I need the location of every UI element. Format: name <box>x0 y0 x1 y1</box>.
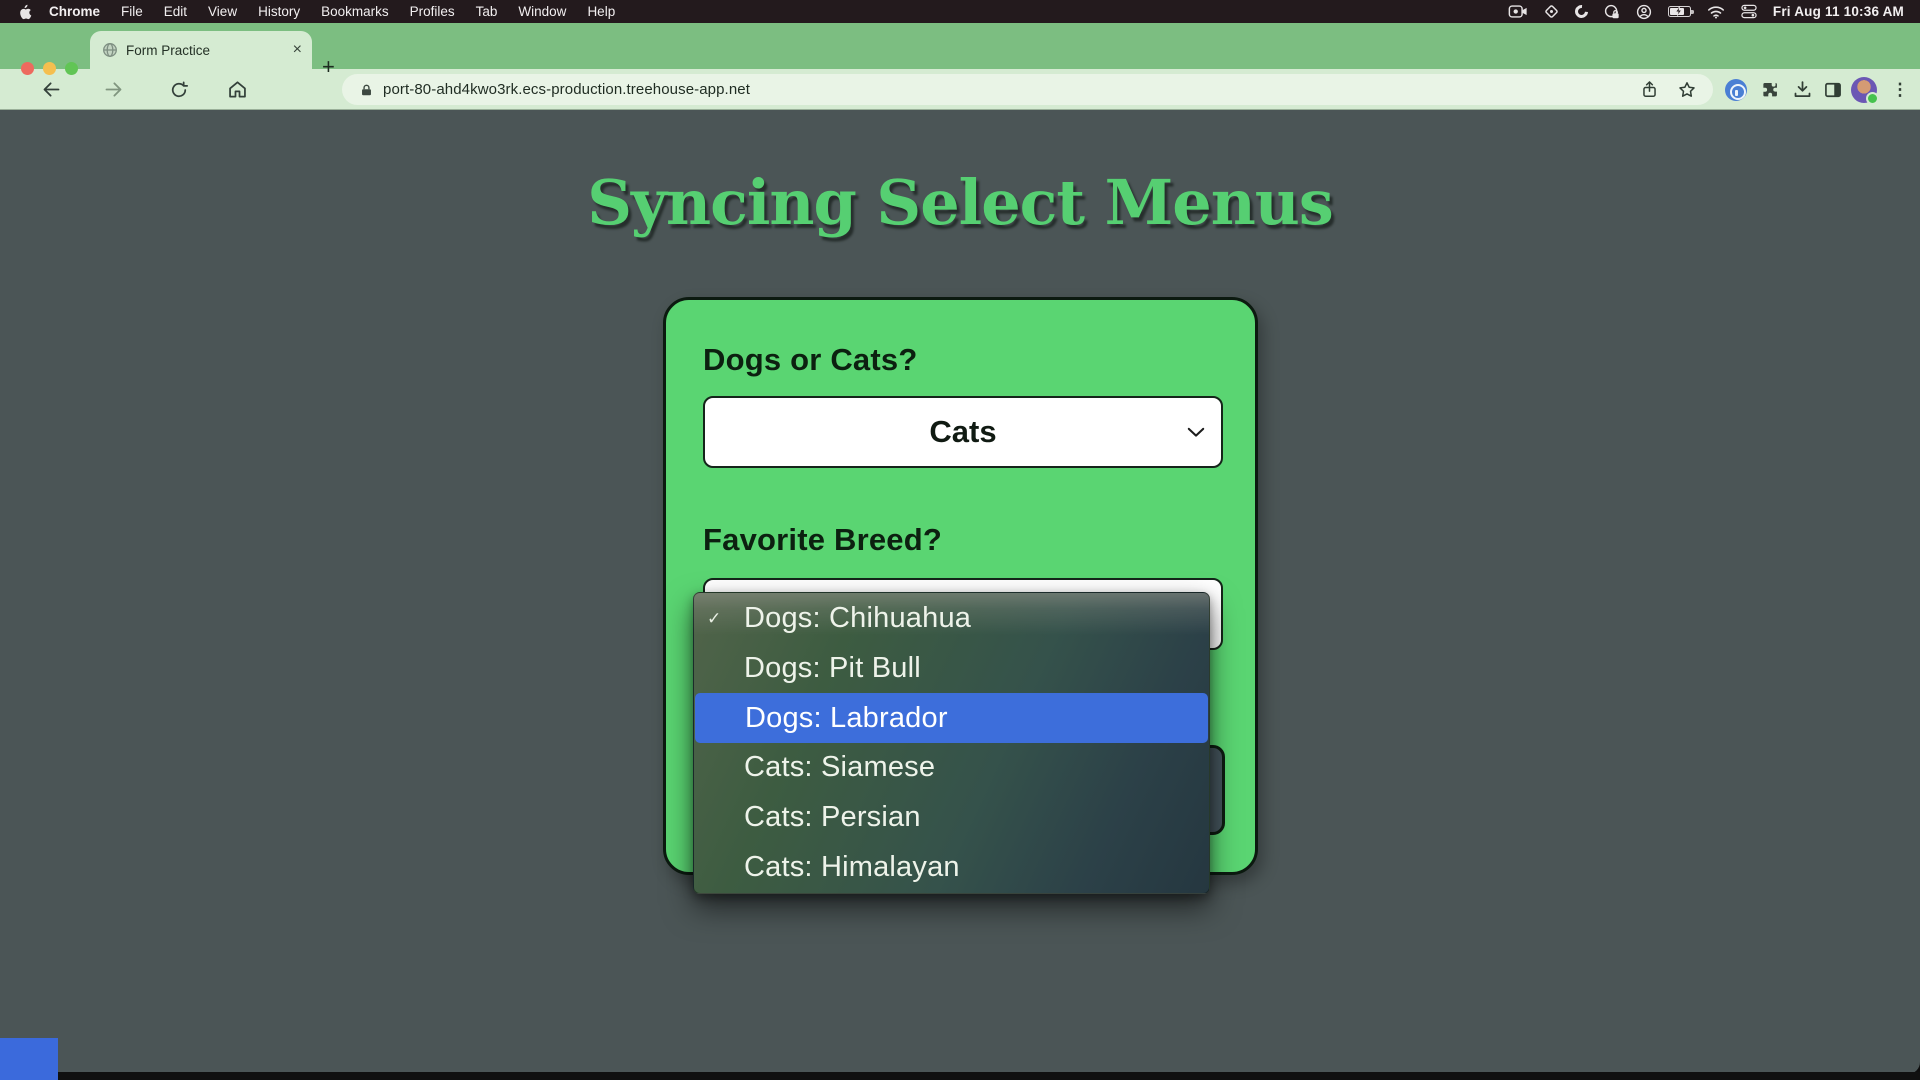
menu-item-file[interactable]: File <box>121 4 143 19</box>
window-controls <box>21 62 78 75</box>
seal-badge-icon[interactable] <box>1544 4 1559 19</box>
desktop-edge <box>0 1072 1920 1080</box>
menu-item-chrome[interactable]: Chrome <box>49 4 100 19</box>
dogs-or-cats-label: Dogs or Cats? <box>703 342 917 378</box>
option-label: Cats: Himalayan <box>744 851 960 884</box>
extensions-puzzle-icon[interactable] <box>1757 69 1781 110</box>
url-text[interactable]: port-80-ahd4kwo3rk.ecs-production.treeho… <box>383 81 750 98</box>
control-center-icon[interactable] <box>1741 4 1757 19</box>
tab-close-icon[interactable]: × <box>293 42 302 58</box>
user-account-icon[interactable] <box>1636 4 1652 20</box>
page-title: Syncing Select Menus <box>0 166 1920 239</box>
overflow-menu-icon[interactable]: ⋮ <box>1890 69 1910 110</box>
profile-avatar[interactable] <box>1850 69 1878 110</box>
option-label: Cats: Siamese <box>744 751 935 784</box>
menu-item-edit[interactable]: Edit <box>164 4 187 19</box>
menu-item-bookmarks[interactable]: Bookmarks <box>321 4 389 19</box>
favorite-breed-label: Favorite Breed? <box>703 522 942 558</box>
forward-icon[interactable] <box>100 69 126 110</box>
dropdown-option-dogs-pit-bull[interactable]: Dogs: Pit Bull <box>694 644 1209 694</box>
menu-item-help[interactable]: Help <box>587 4 615 19</box>
checkmark-icon: ✓ <box>707 609 721 629</box>
dropdown-option-dogs-chihuahua[interactable]: ✓ Dogs: Chihuahua <box>694 594 1209 644</box>
tab-form-practice[interactable]: Form Practice × <box>90 31 312 69</box>
new-tab-button[interactable]: + <box>322 56 335 78</box>
corner-blue-swatch <box>0 1038 58 1080</box>
side-panel-icon[interactable] <box>1821 69 1845 110</box>
bookmark-star-icon[interactable] <box>1677 80 1697 100</box>
apple-menu-icon[interactable] <box>18 4 32 20</box>
password-extension-icon[interactable] <box>1725 69 1747 110</box>
menu-item-view[interactable]: View <box>208 4 237 19</box>
dropdown-option-cats-persian[interactable]: Cats: Persian <box>694 793 1209 843</box>
menu-item-window[interactable]: Window <box>518 4 566 19</box>
dropdown-option-dogs-labrador[interactable]: Dogs: Labrador <box>695 693 1208 743</box>
menu-bar-clock[interactable]: Fri Aug 11 10:36 AM <box>1773 4 1904 19</box>
dropdown-option-cats-siamese[interactable]: Cats: Siamese <box>694 743 1209 793</box>
dropdown-option-cats-himalayan[interactable]: Cats: Himalayan <box>694 842 1209 892</box>
breed-dropdown-menu: ✓ Dogs: Chihuahua Dogs: Pit Bull Dogs: L… <box>693 592 1210 894</box>
address-bar[interactable]: port-80-ahd4kwo3rk.ecs-production.treeho… <box>342 74 1713 105</box>
privacy-lock-icon[interactable] <box>1604 4 1620 20</box>
minimize-window-button[interactable] <box>43 62 56 75</box>
back-icon[interactable] <box>38 69 64 110</box>
battery-icon[interactable] <box>1668 6 1691 17</box>
option-label: Dogs: Labrador <box>745 702 948 735</box>
option-label: Cats: Persian <box>744 801 921 834</box>
menu-item-profiles[interactable]: Profiles <box>410 4 455 19</box>
pet-type-value: Cats <box>929 414 996 450</box>
option-label: Dogs: Chihuahua <box>744 602 971 635</box>
close-window-button[interactable] <box>21 62 34 75</box>
home-icon[interactable] <box>224 69 250 110</box>
menu-item-history[interactable]: History <box>258 4 300 19</box>
chevron-down-icon <box>1187 427 1205 438</box>
pet-type-select[interactable]: Cats <box>703 396 1223 468</box>
chrome-toolbar: port-80-ahd4kwo3rk.ecs-production.treeho… <box>0 69 1920 110</box>
tab-favicon-globe-icon <box>102 42 118 58</box>
share-icon[interactable] <box>1640 80 1659 99</box>
macos-menu-bar: Chrome File Edit View History Bookmarks … <box>0 0 1920 23</box>
tab-title: Form Practice <box>126 43 287 58</box>
screen-record-icon[interactable] <box>1508 4 1528 19</box>
app-c-icon[interactable] <box>1575 5 1588 18</box>
wifi-icon[interactable] <box>1707 5 1725 19</box>
chrome-tab-strip: Form Practice × + <box>0 23 1920 69</box>
option-label: Dogs: Pit Bull <box>744 652 921 685</box>
downloads-icon[interactable] <box>1790 69 1814 110</box>
menu-item-tab[interactable]: Tab <box>476 4 498 19</box>
https-lock-icon[interactable] <box>360 83 373 97</box>
reload-icon[interactable] <box>166 69 192 110</box>
zoom-window-button[interactable] <box>65 62 78 75</box>
